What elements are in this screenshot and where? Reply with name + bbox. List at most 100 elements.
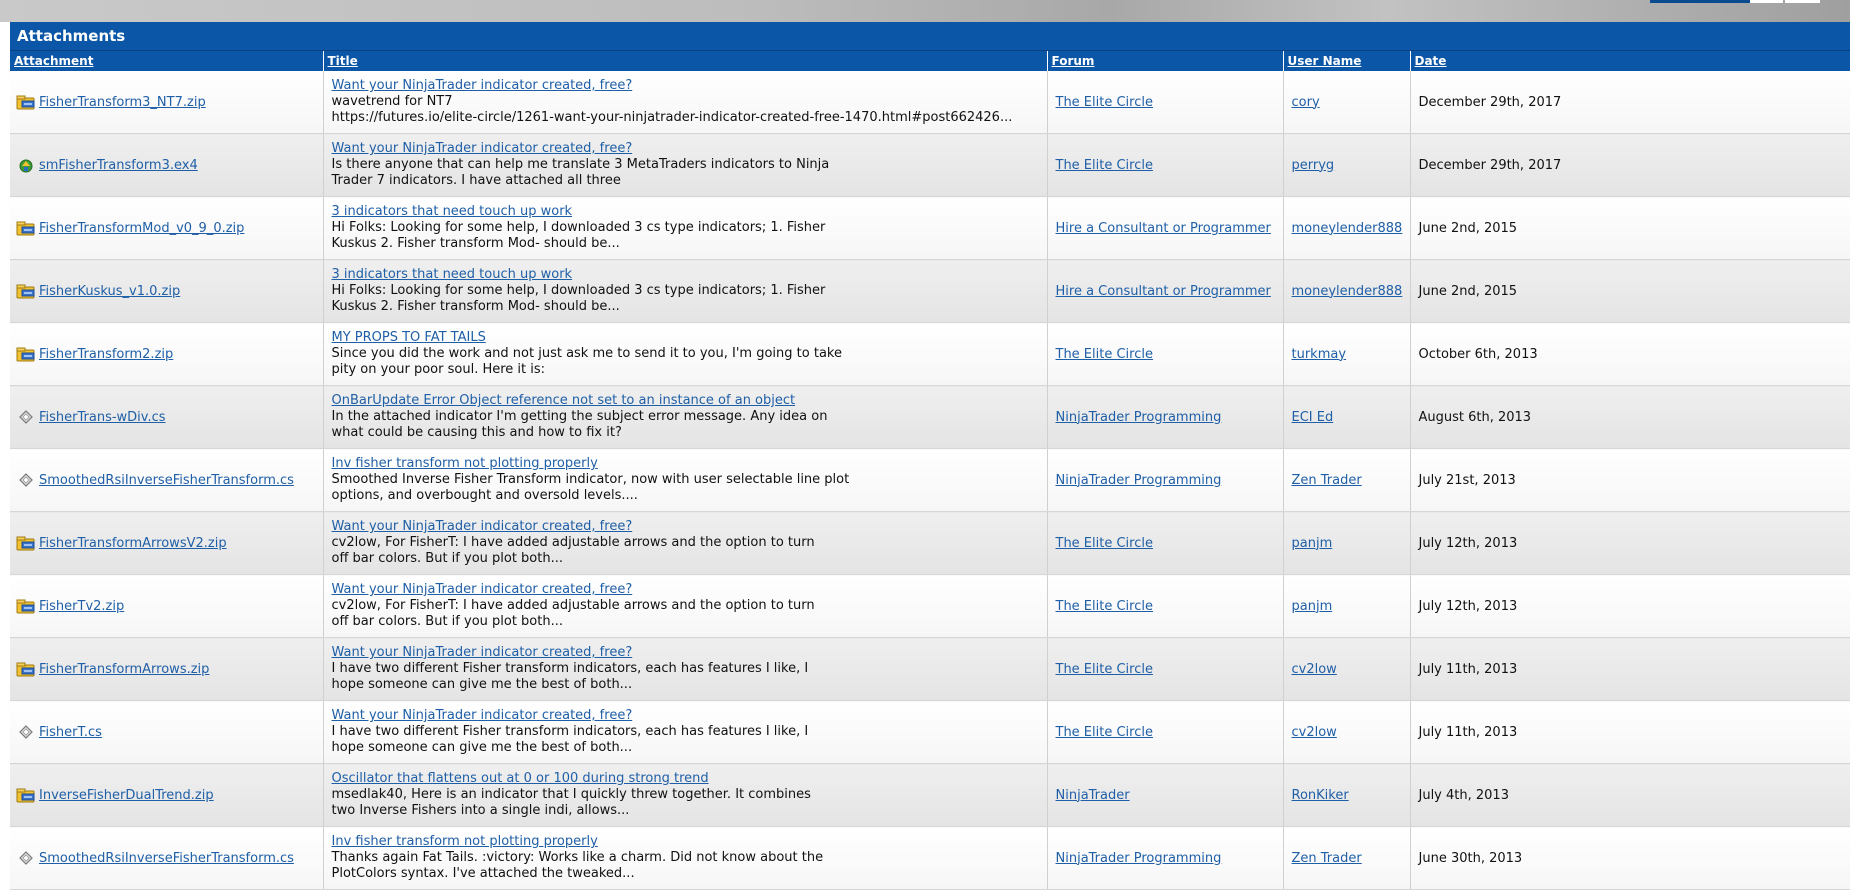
ex4-icon — [16, 157, 36, 173]
attachment-link[interactable]: FisherTransform3_NT7.zip — [39, 95, 206, 110]
user-link[interactable]: Zen Trader — [1292, 473, 1362, 488]
sort-link-date[interactable]: Date — [1415, 54, 1447, 68]
thread-title-link[interactable]: Want your NinjaTrader indicator created,… — [332, 78, 1039, 94]
attachment-link[interactable]: SmoothedRsiInverseFisherTransform.cs — [39, 473, 294, 488]
forum-cell: Hire a Consultant or Programmer — [1046, 259, 1283, 323]
forum-link[interactable]: The Elite Circle — [1056, 347, 1153, 362]
panel-title: Attachments — [10, 22, 1850, 51]
column-header-date[interactable]: Date — [1409, 51, 1850, 71]
attachment-link[interactable]: SmoothedRsiInverseFisherTransform.cs — [39, 851, 294, 866]
attachment-link[interactable]: FisherTrans-wDiv.cs — [39, 410, 166, 425]
attachment-cell: FisherKuskus_v1.0.zip — [10, 259, 323, 323]
user-cell: panjm — [1282, 511, 1410, 575]
user-link[interactable]: RonKiker — [1292, 788, 1349, 803]
attachment-cell: FisherTransform3_NT7.zip — [10, 71, 323, 134]
post-snippet: Since you did the work and not just ask … — [331, 346, 842, 377]
forum-link[interactable]: The Elite Circle — [1056, 725, 1153, 740]
thread-title-link[interactable]: Want your NinjaTrader indicator created,… — [332, 645, 1039, 661]
forum-link[interactable]: The Elite Circle — [1056, 536, 1153, 551]
column-header-title[interactable]: Title — [322, 51, 1047, 71]
thread-title-link[interactable]: Oscillator that flattens out at 0 or 100… — [332, 771, 1039, 787]
sort-link-user[interactable]: User Name — [1288, 54, 1362, 68]
attachment-link[interactable]: FisherTransform2.zip — [39, 347, 173, 362]
forum-link[interactable]: Hire a Consultant or Programmer — [1056, 284, 1271, 299]
top-tab-indicator — [1650, 0, 1750, 3]
user-link[interactable]: Zen Trader — [1292, 851, 1362, 866]
user-cell: cv2low — [1282, 637, 1410, 701]
attachment-link[interactable]: smFisherTransform3.ex4 — [39, 158, 198, 173]
date-cell: December 29th, 2017 — [1409, 71, 1850, 134]
table-row: FisherTrans-wDiv.cs OnBarUpdate Error Obj… — [10, 385, 1850, 449]
forum-link[interactable]: The Elite Circle — [1056, 158, 1153, 173]
forum-link[interactable]: NinjaTrader Programming — [1056, 410, 1222, 425]
forum-link[interactable]: NinjaTrader Programming — [1056, 473, 1222, 488]
title-cell: Inv fisher transform not plotting proper… — [322, 826, 1047, 890]
attachment-link[interactable]: FisherT.cs — [39, 725, 102, 740]
zip-icon — [16, 535, 36, 551]
user-link[interactable]: perryg — [1292, 158, 1335, 173]
user-cell: RonKiker — [1282, 763, 1410, 827]
attachment-link[interactable]: FisherTransformArrowsV2.zip — [39, 536, 227, 551]
top-tab-indicator — [1750, 0, 1783, 3]
thread-title-link[interactable]: Want your NinjaTrader indicator created,… — [332, 708, 1039, 724]
forum-cell: NinjaTrader — [1046, 763, 1283, 827]
user-link[interactable]: cv2low — [1292, 662, 1337, 677]
user-link[interactable]: moneylender888 — [1292, 284, 1403, 299]
thread-title-link[interactable]: 3 indicators that need touch up work — [332, 267, 1039, 283]
thread-title-link[interactable]: OnBarUpdate Error Object reference not s… — [332, 393, 1039, 409]
attachment-link[interactable]: FisherTransformArrows.zip — [39, 662, 209, 677]
user-link[interactable]: turkmay — [1292, 347, 1347, 362]
title-cell: Want your NinjaTrader indicator created,… — [322, 574, 1047, 638]
user-cell: ECI Ed — [1282, 385, 1410, 449]
table-row: FisherTransformMod_v0_9_0.zip 3 indicator… — [10, 196, 1850, 260]
forum-link[interactable]: The Elite Circle — [1056, 599, 1153, 614]
post-snippet: Hi Folks: Looking for some help, I downl… — [331, 283, 826, 314]
user-link[interactable]: cv2low — [1292, 725, 1337, 740]
thread-title-link[interactable]: Inv fisher transform not plotting proper… — [332, 834, 1039, 850]
user-link[interactable]: ECI Ed — [1292, 410, 1334, 425]
forum-link[interactable]: The Elite Circle — [1056, 95, 1153, 110]
title-cell: Want your NinjaTrader indicator created,… — [322, 511, 1047, 575]
attachment-link[interactable]: FisherKuskus_v1.0.zip — [39, 284, 180, 299]
user-link[interactable]: moneylender888 — [1292, 221, 1403, 236]
forum-cell: The Elite Circle — [1046, 700, 1283, 764]
user-cell: cory — [1282, 71, 1410, 134]
forum-link[interactable]: The Elite Circle — [1056, 662, 1153, 677]
table-row: SmoothedRsiInverseFisherTransform.cs Inv … — [10, 448, 1850, 512]
thread-title-link[interactable]: MY PROPS TO FAT TAILS — [332, 330, 1039, 346]
thread-title-link[interactable]: Want your NinjaTrader indicator created,… — [332, 582, 1039, 598]
column-header-forum[interactable]: Forum — [1046, 51, 1283, 71]
attachment-cell: FisherTransformArrows.zip — [10, 637, 323, 701]
user-cell: perryg — [1282, 133, 1410, 197]
column-header-user[interactable]: User Name — [1282, 51, 1410, 71]
sort-link-attachment[interactable]: Attachment — [14, 54, 93, 68]
user-link[interactable]: panjm — [1292, 599, 1333, 614]
attachments-table: Attachment Title Forum User Name Date Fi… — [10, 51, 1850, 890]
attachment-cell: FisherTransformMod_v0_9_0.zip — [10, 196, 323, 260]
title-cell: Want your NinjaTrader indicator created,… — [322, 637, 1047, 701]
title-cell: 3 indicators that need touch up work Hi F… — [322, 259, 1047, 323]
date-cell: June 30th, 2013 — [1409, 826, 1850, 890]
forum-link[interactable]: Hire a Consultant or Programmer — [1056, 221, 1271, 236]
sort-link-title[interactable]: Title — [328, 54, 358, 68]
sort-link-forum[interactable]: Forum — [1052, 54, 1095, 68]
forum-link[interactable]: NinjaTrader — [1056, 788, 1130, 803]
user-link[interactable]: cory — [1292, 95, 1320, 110]
user-link[interactable]: panjm — [1292, 536, 1333, 551]
attachment-link[interactable]: FisherTv2.zip — [39, 599, 124, 614]
column-header-attachment[interactable]: Attachment — [10, 51, 323, 71]
thread-title-link[interactable]: Want your NinjaTrader indicator created,… — [332, 141, 1039, 157]
table-row: FisherTransform3_NT7.zip Want your NinjaT… — [10, 71, 1850, 134]
table-row: FisherTransform2.zip MY PROPS TO FAT TAIL… — [10, 322, 1850, 386]
post-snippet: Smoothed Inverse Fisher Transform indica… — [331, 472, 850, 503]
zip-icon — [16, 346, 36, 362]
thread-title-link[interactable]: Want your NinjaTrader indicator created,… — [332, 519, 1039, 535]
thread-title-link[interactable]: Inv fisher transform not plotting proper… — [332, 456, 1039, 472]
attachment-cell: InverseFisherDualTrend.zip — [10, 763, 323, 827]
attachment-link[interactable]: FisherTransformMod_v0_9_0.zip — [39, 221, 244, 236]
table-row: smFisherTransform3.ex4 Want your NinjaTra… — [10, 133, 1850, 197]
thread-title-link[interactable]: 3 indicators that need touch up work — [332, 204, 1039, 220]
forum-link[interactable]: NinjaTrader Programming — [1056, 851, 1222, 866]
zip-icon — [16, 661, 36, 677]
attachment-link[interactable]: InverseFisherDualTrend.zip — [39, 788, 214, 803]
